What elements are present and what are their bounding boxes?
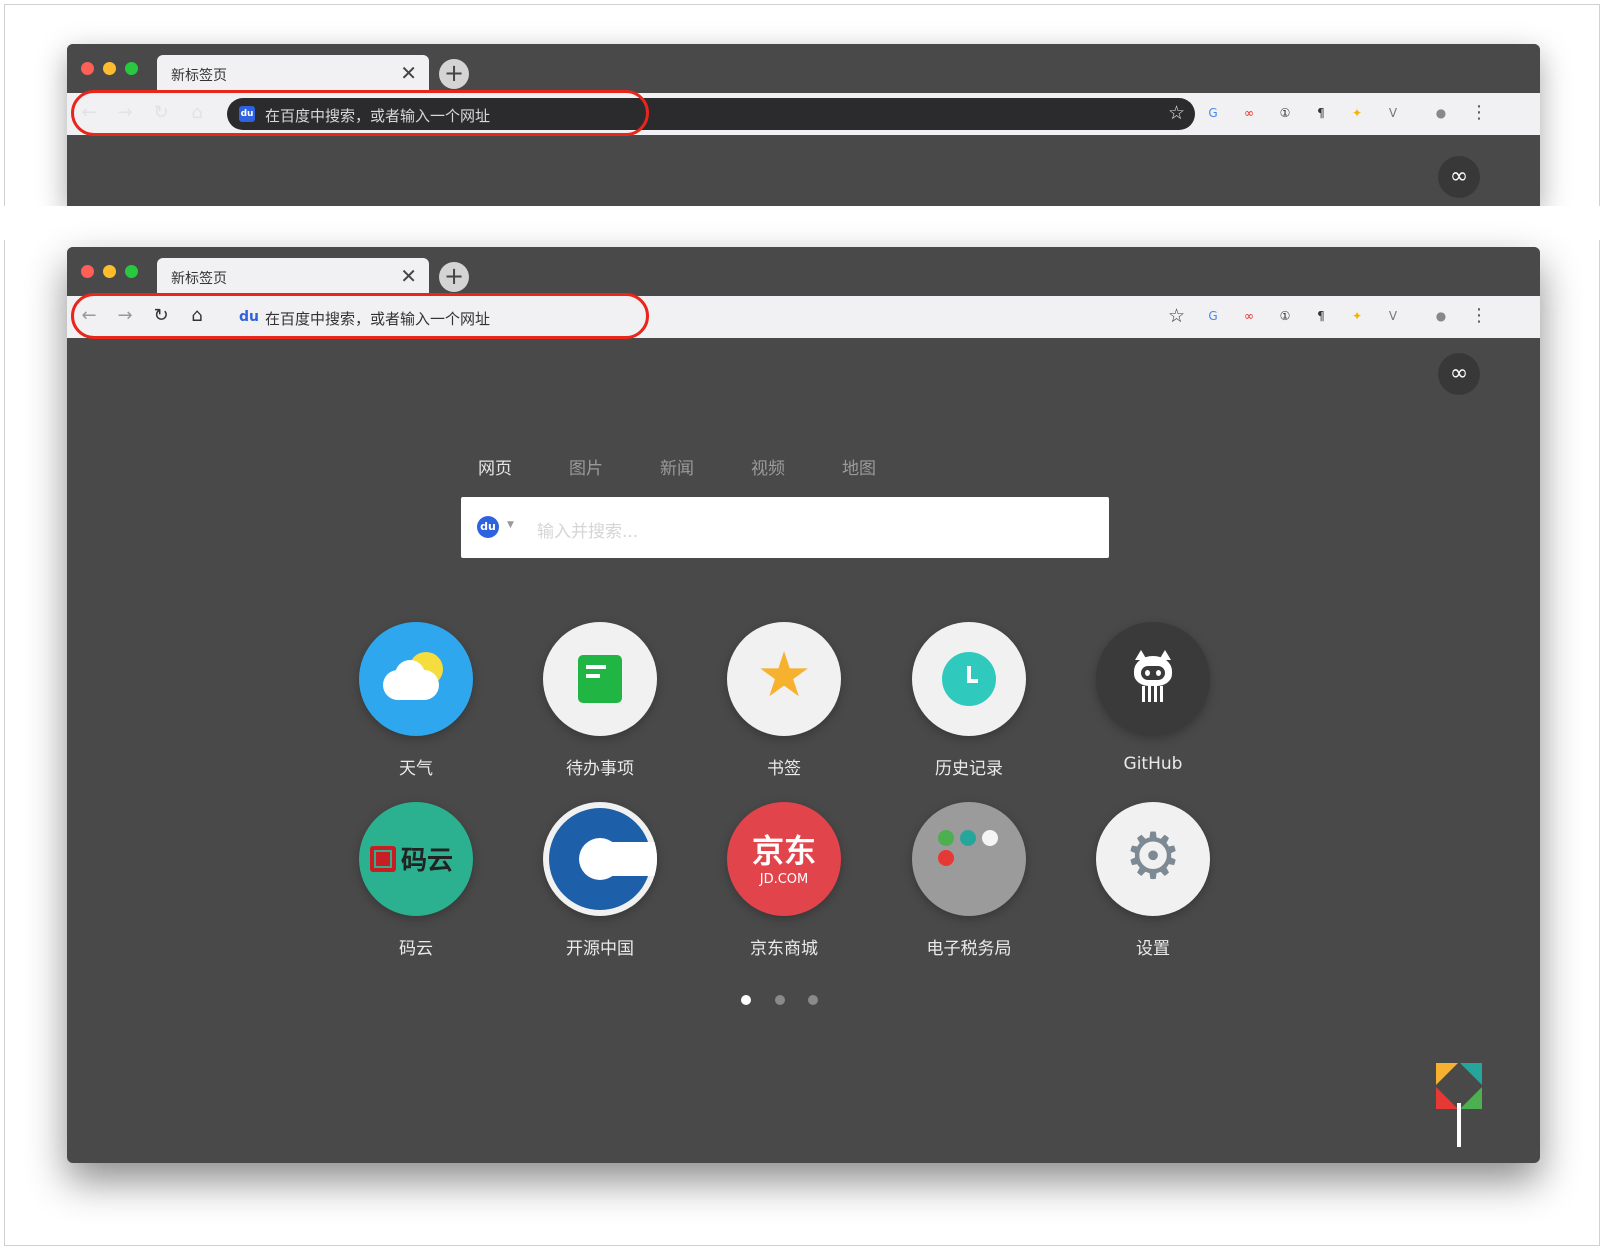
infinity-extension-icon[interactable]: ∞ <box>1239 103 1259 123</box>
colorful-square-icon[interactable]: ✦ <box>1347 103 1367 123</box>
page-dot-2[interactable] <box>775 995 785 1005</box>
google-translate-icon[interactable]: G <box>1203 306 1223 326</box>
onepassword-icon[interactable]: ① <box>1275 306 1295 326</box>
bookmark-star-icon: ★ <box>727 622 841 736</box>
tile-label: GitHub <box>1123 754 1183 774</box>
tile-label: 待办事项 <box>566 759 634 779</box>
todo-icon <box>543 622 657 736</box>
tile-tax-bureau[interactable]: 电子税务局 <box>889 802 1049 959</box>
search-tab-map[interactable]: 地图 <box>842 454 876 479</box>
github-octocat-icon <box>1096 622 1210 736</box>
maximize-window-button[interactable] <box>125 62 138 75</box>
jd-logo-subtext: JD.COM <box>759 872 809 887</box>
crop-gap <box>0 206 1608 240</box>
tab-close-icon[interactable]: ✕ <box>400 264 417 288</box>
tile-label: 书签 <box>767 759 801 779</box>
tile-todo[interactable]: 待办事项 <box>520 622 680 779</box>
tile-settings[interactable]: ⚙ 设置 <box>1073 802 1233 959</box>
search-engine-icon[interactable]: du <box>477 516 499 538</box>
tile-label: 电子税务局 <box>926 939 1012 959</box>
vue-devtools-icon[interactable]: V <box>1383 306 1403 326</box>
bookmark-star-button[interactable]: ☆ <box>1168 102 1185 124</box>
address-bar-highlight <box>71 293 649 339</box>
colorful-square-icon[interactable]: ✦ <box>1347 306 1367 326</box>
tab-new-tab[interactable]: 新标签页 ✕ <box>157 55 429 93</box>
history-clock-icon <box>912 622 1026 736</box>
tile-label: 天气 <box>399 759 433 779</box>
tile-gitee[interactable]: 码云 码云 <box>336 802 496 959</box>
browser-menu-button[interactable]: ⋮ <box>1469 306 1489 326</box>
page-dot-3[interactable] <box>808 995 818 1005</box>
weather-icon <box>359 622 473 736</box>
new-tab-button[interactable]: + <box>439 262 469 292</box>
browser-window-main: 新标签页 ✕ + ← → ↻ ⌂ du 在百度中搜索，或者输入一个网址 ☆ G ∞… <box>67 247 1540 1163</box>
minimize-window-button[interactable] <box>103 265 116 278</box>
close-window-button[interactable] <box>81 265 94 278</box>
infinity-extension-icon[interactable]: ∞ <box>1239 306 1259 326</box>
tile-weather[interactable]: 天气 <box>336 622 496 779</box>
bookmark-star-button[interactable]: ☆ <box>1168 305 1185 327</box>
tab-strip: 新标签页 ✕ + <box>67 247 1540 296</box>
tile-oschina[interactable]: 开源中国 <box>520 802 680 959</box>
maximize-window-button[interactable] <box>125 265 138 278</box>
tile-label: 设置 <box>1136 939 1170 959</box>
tile-label: 京东商城 <box>750 939 818 959</box>
tile-label: 码云 <box>399 939 433 959</box>
close-window-button[interactable] <box>81 62 94 75</box>
oschina-icon <box>543 802 657 916</box>
search-box[interactable]: du ▼ 输入并搜索... <box>461 497 1109 558</box>
pilcrow-icon[interactable]: ¶ <box>1311 306 1331 326</box>
minimize-window-button[interactable] <box>103 62 116 75</box>
tile-github[interactable]: GitHub <box>1073 622 1233 774</box>
jd-logo-text: 京东 <box>751 832 816 870</box>
pilcrow-icon[interactable]: ¶ <box>1311 103 1331 123</box>
search-input[interactable]: 输入并搜索... <box>537 517 638 542</box>
onepassword-icon[interactable]: ① <box>1275 103 1295 123</box>
chevron-down-icon[interactable]: ▼ <box>507 520 514 530</box>
new-tab-button[interactable]: + <box>439 59 469 89</box>
gitee-logo-text: 码云 <box>401 846 454 876</box>
tile-jd[interactable]: 京东 JD.COM 京东商城 <box>704 802 864 959</box>
search-tab-images[interactable]: 图片 <box>569 454 603 479</box>
profile-avatar-icon[interactable]: ● <box>1431 103 1451 123</box>
tab-close-icon[interactable]: ✕ <box>400 61 417 85</box>
browser-menu-button[interactable]: ⋮ <box>1469 103 1489 123</box>
tile-history[interactable]: 历史记录 <box>889 622 1049 779</box>
address-bar-highlight <box>71 90 649 136</box>
search-tab-news[interactable]: 新闻 <box>660 454 694 479</box>
jd-icon: 京东 JD.COM <box>727 802 841 916</box>
profile-avatar-icon[interactable]: ● <box>1431 306 1451 326</box>
gitee-icon: 码云 <box>359 802 473 916</box>
search-tab-video[interactable]: 视频 <box>751 454 785 479</box>
tab-strip: 新标签页 ✕ + <box>67 44 1540 93</box>
tab-new-tab[interactable]: 新标签页 ✕ <box>157 258 429 296</box>
page-dot-1[interactable] <box>741 995 751 1005</box>
tax-folder-icon <box>912 802 1026 916</box>
pinwheel-icon[interactable] <box>1436 1063 1482 1147</box>
infinity-button[interactable]: ∞ <box>1438 353 1480 395</box>
infinity-button[interactable]: ∞ <box>1438 156 1480 198</box>
tab-title: 新标签页 <box>171 68 227 84</box>
settings-gear-icon: ⚙ <box>1096 802 1210 916</box>
browser-window-dark-omnibox: 新标签页 ✕ + ← → ↻ ⌂ du 在百度中搜索，或者输入一个网址 ☆ G ∞… <box>67 44 1540 206</box>
tile-label: 历史记录 <box>935 759 1003 779</box>
tab-title: 新标签页 <box>171 271 227 287</box>
vue-devtools-icon[interactable]: V <box>1383 103 1403 123</box>
tile-bookmarks[interactable]: ★ 书签 <box>704 622 864 779</box>
google-translate-icon[interactable]: G <box>1203 103 1223 123</box>
search-tab-web[interactable]: 网页 <box>478 454 512 479</box>
tile-label: 开源中国 <box>566 939 634 959</box>
